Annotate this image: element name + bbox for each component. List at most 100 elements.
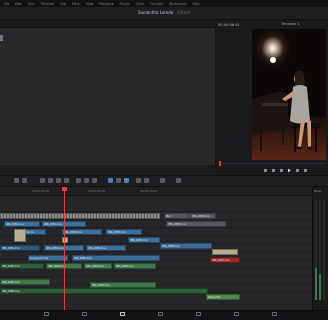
track-divider [0, 227, 312, 228]
page-tab-cut[interactable] [80, 312, 88, 317]
timeline-clip[interactable]: IMG_2680.mov [4, 221, 40, 227]
track-divider [0, 235, 312, 236]
menu-fairlight[interactable]: Fairlight [150, 2, 163, 6]
audio-clip[interactable]: IMG_2683.mov [84, 263, 112, 269]
pianist-video-still [252, 29, 326, 160]
viewer-scrub-bar[interactable] [219, 163, 325, 164]
flag-icon[interactable] [136, 178, 141, 183]
timeline-clip[interactable]: IMG_2680.mov [0, 245, 40, 251]
menu-bar: File Edit Trim Timeline Clip Mark View P… [0, 0, 328, 7]
track-divider [0, 211, 312, 212]
photo-clip[interactable] [212, 249, 238, 255]
snapping-icon[interactable] [108, 178, 113, 183]
deliver-page-icon [271, 312, 277, 316]
playhead[interactable] [64, 187, 65, 310]
project-title: Samantha Loredo Edited [0, 10, 328, 15]
timeline-clip[interactable]: IMG_2689.mov [160, 243, 212, 249]
viewer-timecode: 00:00:06:41 [218, 23, 240, 27]
media-pool-panel[interactable] [0, 28, 216, 165]
cut-page-icon [81, 312, 87, 316]
track-divider [0, 251, 312, 252]
blade-tool-icon[interactable] [64, 178, 69, 183]
menu-help[interactable]: Help [192, 2, 199, 6]
transport-buttons [264, 168, 307, 173]
timeline-clip[interactable]: IMG_2684.mov [62, 229, 102, 235]
insert-clip-icon[interactable] [76, 178, 81, 183]
photo-clip[interactable] [14, 229, 26, 242]
reverse-icon [272, 169, 275, 172]
audio-clip[interactable]: IMG_2685.mov [114, 263, 156, 269]
track-divider [0, 219, 312, 220]
jump-end-icon [296, 169, 299, 172]
panel-collapse-handle[interactable] [0, 35, 3, 41]
zoom-in-icon[interactable] [176, 178, 181, 183]
media-page-icon [43, 312, 49, 316]
film-strip-clip[interactable] [0, 213, 160, 219]
menu-file[interactable]: File [4, 2, 9, 6]
project-status: Edited [177, 10, 191, 15]
ruler-tc-2: 00:00:10:00 [140, 189, 158, 193]
track-divider [0, 243, 312, 244]
loop-icon [304, 169, 307, 172]
layout-icon[interactable] [14, 178, 19, 183]
flagged-clip[interactable]: IMG_2690.mov [210, 257, 240, 263]
page-tab-edit[interactable] [118, 312, 126, 317]
timeline-clip[interactable]: IMG_2687.mov [128, 237, 160, 243]
play-icon [288, 168, 291, 173]
ruler-tc-1: 00:00:05:00 [88, 189, 106, 193]
jump-start-icon [264, 169, 267, 172]
timeline-clip[interactable]: IMG_2686.mov [166, 221, 226, 227]
playhead-handle[interactable] [62, 187, 67, 191]
menu-timeline[interactable]: Timeline [40, 2, 54, 6]
photo-clip[interactable] [62, 237, 68, 243]
menu-mark[interactable]: Mark [72, 2, 80, 6]
timeline-clip[interactable]: IMG_2685.mov [86, 245, 126, 251]
timeline-clip[interactable]: IMG_2685.mov [106, 229, 142, 235]
page-tab-media[interactable] [42, 312, 50, 317]
audio-clip[interactable]: IMG_2680.mov [0, 263, 44, 269]
video-frame[interactable] [252, 29, 326, 160]
page-tab-deliver[interactable] [270, 312, 278, 317]
title-bar: Samantha Loredo Edited [0, 7, 328, 20]
page-tab-fusion[interactable] [156, 312, 164, 317]
layout-icon-2[interactable] [22, 178, 27, 183]
marker-icon[interactable] [144, 178, 149, 183]
selection-tool-icon[interactable] [40, 178, 45, 183]
zoom-out-icon[interactable] [160, 178, 165, 183]
position-lock-icon[interactable] [124, 178, 129, 183]
viewer-scrub-head[interactable] [219, 161, 221, 166]
menu-playback[interactable]: Playback [99, 2, 113, 6]
timeline-clip[interactable]: Blur [164, 213, 188, 219]
stop-icon [280, 169, 283, 172]
mixer-label: Mixer [314, 189, 322, 193]
trim-tool-icon[interactable] [48, 178, 53, 183]
menu-clip[interactable]: Clip [60, 2, 66, 6]
timeline-clip[interactable]: IMG_2680.mov [72, 255, 160, 261]
linked-selection-icon[interactable] [116, 178, 121, 183]
page-tab-color[interactable] [194, 312, 202, 317]
mixer-meters [315, 200, 325, 300]
audio-clip[interactable]: Stereo Mix [206, 294, 240, 300]
edit-page-icon [119, 312, 125, 316]
menu-edit[interactable]: Edit [15, 2, 21, 6]
fusion-page-icon [157, 312, 163, 316]
menu-trim[interactable]: Trim [28, 2, 35, 6]
ruler-tc-0: 00:00:00:00 [32, 189, 50, 193]
menu-color[interactable]: Color [136, 2, 144, 6]
audio-clip[interactable]: IMG_2680.mov [0, 279, 50, 285]
replace-clip-icon[interactable] [92, 178, 97, 183]
track-divider [0, 276, 312, 277]
dynamic-trim-icon[interactable] [56, 178, 61, 183]
menu-workspace[interactable]: Workspace [169, 2, 186, 6]
viewer-timeline-name[interactable]: Timeline 1 [281, 22, 300, 26]
project-name: Samantha Loredo [137, 10, 174, 15]
overwrite-clip-icon[interactable] [84, 178, 89, 183]
color-page-icon [195, 312, 201, 316]
fairlight-page-icon [233, 312, 239, 316]
page-tab-fairlight[interactable] [232, 312, 240, 317]
timeline-clip[interactable]: IMG_2683.mov [190, 213, 216, 219]
menu-fusion[interactable]: Fusion [120, 2, 130, 6]
audio-clip[interactable]: IMG_2688.mov [0, 288, 208, 294]
menu-view[interactable]: View [86, 2, 94, 6]
timeline-clip[interactable]: Compound Clip [28, 255, 68, 261]
